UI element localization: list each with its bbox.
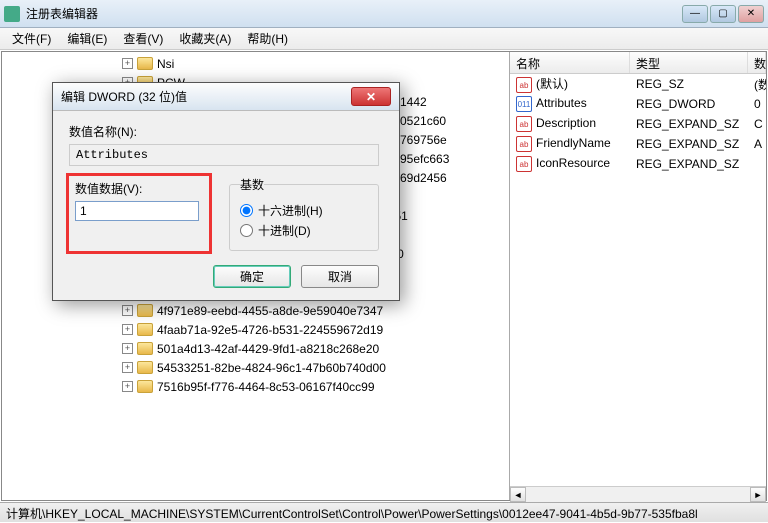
tree-node-label[interactable]: 0521c60: [400, 114, 446, 128]
list-pane[interactable]: 名称 类型 数 ab (默认) REG_SZ(数 011 Attributes REG_D…: [510, 52, 766, 500]
value-data: A: [748, 137, 766, 151]
base-fieldset: 基数 十六进制(H) 十进制(D): [229, 176, 379, 251]
expand-icon[interactable]: +: [122, 305, 133, 316]
string-value-icon: ab: [516, 116, 532, 132]
menu-view[interactable]: 查看(V): [115, 28, 171, 49]
statusbar: 计算机\HKEY_LOCAL_MACHINE\SYSTEM\CurrentCon…: [0, 502, 768, 522]
list-row[interactable]: 011 Attributes REG_DWORD0: [510, 94, 766, 114]
list-row[interactable]: ab FriendlyName REG_EXPAND_SZA: [510, 134, 766, 154]
cancel-button[interactable]: 取消: [301, 265, 379, 288]
maximize-button[interactable]: ▢: [710, 5, 736, 23]
value-name-label: 数值名称(N):: [69, 123, 383, 140]
tree-node[interactable]: +4f971e89-eebd-4455-a8de-9e59040e7347: [2, 301, 509, 320]
value-type: REG_SZ: [630, 77, 748, 91]
list-row[interactable]: ab IconResource REG_EXPAND_SZ: [510, 154, 766, 174]
scroll-left-button[interactable]: ◄: [510, 487, 526, 500]
folder-icon: [137, 342, 153, 355]
tree-node[interactable]: +4faab71a-92e5-4726-b531-224559672d19: [2, 320, 509, 339]
tree-node[interactable]: +501a4d13-42af-4429-9fd1-a8218c268e20: [2, 339, 509, 358]
tree-node-label[interactable]: 4f971e89-eebd-4455-a8de-9e59040e7347: [157, 304, 383, 318]
menu-file[interactable]: 文件(F): [4, 28, 59, 49]
string-value-icon: ab: [516, 136, 532, 152]
value-name-field: Attributes: [69, 144, 379, 166]
tree-node[interactable]: +7516b95f-f776-4464-8c53-06167f40cc99: [2, 377, 509, 396]
value-data-input[interactable]: [75, 201, 199, 221]
value-data: C: [748, 117, 766, 131]
list-header: 名称 类型 数: [510, 52, 766, 74]
close-button[interactable]: ✕: [738, 5, 764, 23]
value-type: REG_EXPAND_SZ: [630, 117, 748, 131]
expand-icon[interactable]: +: [122, 58, 133, 69]
tree-node[interactable]: + Nsi: [2, 54, 509, 73]
folder-icon: [137, 304, 153, 317]
value-name: FriendlyName: [536, 136, 611, 150]
radix-dec-radio[interactable]: [240, 224, 253, 237]
value-name: Description: [536, 116, 596, 130]
value-name: IconResource: [536, 156, 610, 170]
folder-icon: [137, 323, 153, 336]
folder-icon: [137, 380, 153, 393]
edit-dword-dialog: 编辑 DWORD (32 位)值 ✕ 数值名称(N): Attributes 数…: [52, 82, 400, 301]
dialog-title: 编辑 DWORD (32 位)值: [61, 88, 351, 105]
value-name: Attributes: [536, 96, 587, 110]
binary-value-icon: 011: [516, 96, 532, 112]
value-type: REG_EXPAND_SZ: [630, 137, 748, 151]
window-title: 注册表编辑器: [26, 5, 682, 22]
col-header-name[interactable]: 名称: [510, 52, 630, 73]
radix-dec-option[interactable]: 十进制(D): [240, 222, 368, 239]
folder-icon: [137, 57, 153, 70]
value-type: REG_DWORD: [630, 97, 748, 111]
radix-hex-label: 十六进制(H): [258, 202, 323, 219]
list-row[interactable]: ab Description REG_EXPAND_SZC: [510, 114, 766, 134]
dialog-titlebar[interactable]: 编辑 DWORD (32 位)值 ✕: [53, 83, 399, 111]
list-row[interactable]: ab (默认) REG_SZ(数: [510, 74, 766, 94]
menu-favorites[interactable]: 收藏夹(A): [171, 28, 239, 49]
menu-help[interactable]: 帮助(H): [239, 28, 296, 49]
folder-icon: [137, 361, 153, 374]
value-data: 0: [748, 97, 766, 111]
radix-hex-option[interactable]: 十六进制(H): [240, 202, 368, 219]
expand-icon[interactable]: +: [122, 324, 133, 335]
tree-node-label[interactable]: 7516b95f-f776-4464-8c53-06167f40cc99: [157, 380, 375, 394]
menu-edit[interactable]: 编辑(E): [59, 28, 115, 49]
tree-node-label[interactable]: 769756e: [400, 133, 447, 147]
scroll-track[interactable]: [526, 487, 750, 500]
col-header-data[interactable]: 数: [748, 52, 766, 73]
minimize-button[interactable]: —: [682, 5, 708, 23]
value-data-label: 数值数据(V):: [75, 180, 203, 197]
app-icon: [4, 6, 20, 22]
scroll-right-button[interactable]: ►: [750, 487, 766, 500]
list-scrollbar-h[interactable]: ◄ ►: [510, 486, 766, 500]
tree-node-label[interactable]: 4faab71a-92e5-4726-b531-224559672d19: [157, 323, 383, 337]
tree-node-label[interactable]: 95efc663: [400, 152, 449, 166]
string-value-icon: ab: [516, 77, 532, 93]
value-data: (数: [748, 76, 766, 93]
base-legend: 基数: [240, 176, 264, 193]
string-value-icon: ab: [516, 156, 532, 172]
expand-icon[interactable]: +: [122, 343, 133, 354]
col-header-type[interactable]: 类型: [630, 52, 748, 73]
tree-node-label[interactable]: 1442: [400, 95, 427, 109]
ok-button[interactable]: 确定: [213, 265, 291, 288]
value-type: REG_EXPAND_SZ: [630, 157, 748, 171]
tree-node-label[interactable]: Nsi: [157, 57, 174, 71]
window-titlebar: 注册表编辑器 — ▢ ✕: [0, 0, 768, 28]
dialog-close-button[interactable]: ✕: [351, 87, 391, 106]
menubar: 文件(F) 编辑(E) 查看(V) 收藏夹(A) 帮助(H): [0, 28, 768, 50]
expand-icon[interactable]: +: [122, 381, 133, 392]
tree-node-label[interactable]: 501a4d13-42af-4429-9fd1-a8218c268e20: [157, 342, 379, 356]
expand-icon[interactable]: +: [122, 362, 133, 373]
value-name: (默认): [536, 77, 568, 91]
tree-node-label[interactable]: 54533251-82be-4824-96c1-47b60b740d00: [157, 361, 386, 375]
tree-node-label[interactable]: 69d2456: [400, 171, 447, 185]
radix-hex-radio[interactable]: [240, 204, 253, 217]
tree-node[interactable]: +54533251-82be-4824-96c1-47b60b740d00: [2, 358, 509, 377]
radix-dec-label: 十进制(D): [258, 222, 311, 239]
